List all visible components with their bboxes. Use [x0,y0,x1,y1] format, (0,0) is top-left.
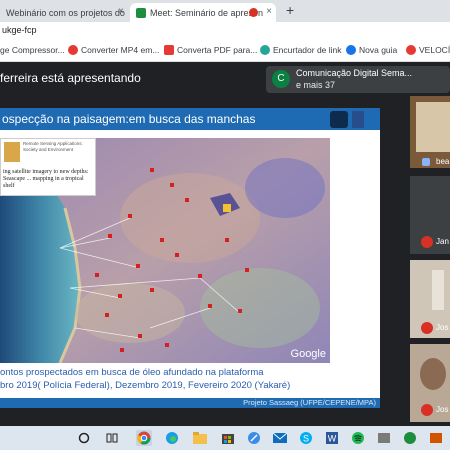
participant-video [420,358,446,390]
bookmark-encurtador[interactable]: Encurtador de link [260,45,342,55]
word-icon[interactable]: W [324,430,340,446]
participant-tile[interactable]: bea [410,96,450,168]
presentation-area: ospecção na paisagem:em busca das mancha… [0,96,406,426]
svg-text:S: S [303,434,309,444]
participant-name: Jos [436,323,449,332]
participant-name: bea [436,157,450,166]
bookmark-label: Nova guia [359,45,398,55]
participant-name: Jos [436,405,449,414]
participant-tile[interactable]: Jan [410,176,450,254]
bookmark-compressor[interactable]: ge Compressor... [0,45,65,55]
address-bar[interactable]: ukge-fcp [0,22,450,40]
slide-caption: ontos prospectados em busca de óleo afun… [0,366,380,392]
bookmark-label: VELOCÍM [419,45,450,55]
logo-badge [352,111,364,128]
slide-title: ospecção na paisagem:em busca das mancha… [0,108,380,130]
globe-icon [346,45,356,55]
map-watermark: Google [290,348,326,360]
url-text: ukge-fcp [2,25,37,35]
bookmark-label: Encurtador de link [273,45,342,55]
spotify-icon[interactable] [350,430,366,446]
recording-dot-icon [249,8,258,17]
meeting-chip[interactable]: C Comunicação Digital Sema... e mais 37 [266,66,450,93]
tab-webinario[interactable]: Webinário com os projetos do E... × [0,3,128,22]
chrome-icon[interactable] [136,430,152,446]
presentation-slide: ospecção na paisagem:em busca das mancha… [0,108,380,408]
bookmark-label: ge Compressor... [0,45,65,55]
bookmarks-bar: ge Compressor... Converter MP4 em... Con… [0,40,450,62]
meeting-participants-more: e mais 37 [296,80,336,90]
participant-name: Jan [436,237,449,246]
presenting-banner: ferreira está apresentando [0,71,141,85]
mic-off-icon [421,404,433,416]
bookmark-pdf[interactable]: Converta PDF para... [164,45,257,55]
tab-meet[interactable]: Meet: Seminário de apresen × [130,3,276,22]
store-icon[interactable] [220,430,236,446]
speed-icon [406,45,416,55]
svg-text:W: W [328,434,337,444]
link-shortener-icon [260,45,270,55]
edge-icon[interactable] [164,430,180,446]
app-icon[interactable] [376,430,392,446]
participant-video [416,102,450,152]
participant-sidebar: bea Jan Jos Jos [406,96,450,426]
tab-label: Meet: Seminário de apresen [150,7,264,18]
caption-line: ontos prospectados em busca de óleo afun… [0,367,264,378]
browser-tab-strip: Webinário com os projetos do E... × Meet… [0,0,450,22]
file-explorer-icon[interactable] [192,430,208,446]
meet-header: ferreira está apresentando C Comunicação… [0,62,450,96]
tab-label: Webinário com os projetos do E... [6,7,128,18]
mic-off-icon [421,322,433,334]
meeting-name: Comunicação Digital Sema... [296,68,413,78]
converter-icon [68,45,78,55]
logo-badge [330,111,348,128]
windows-taskbar: S W [0,426,450,450]
mail-icon[interactable] [272,430,288,446]
bookmark-nova-guia[interactable]: Nova guia [346,45,397,55]
participant-tile[interactable]: Jos [410,260,450,338]
article-inset: Remote Sensing Applications: Society and… [0,138,96,196]
journal-cover [4,142,20,162]
heart-icon [164,45,174,55]
task-view-icon[interactable] [104,430,120,446]
new-tab-button[interactable]: + [286,2,294,18]
search-icon[interactable] [76,430,92,446]
slide-footer: Projeto Sassaeg (UFPE/CEPENE/MPA) [0,398,380,408]
app-icon[interactable] [402,430,418,446]
bookmark-velocim[interactable]: VELOCÍM [406,45,450,55]
app-icon[interactable] [428,430,444,446]
participant-video [432,270,444,310]
satellite-map: Remote Sensing Applications: Society and… [0,138,330,363]
meet-favicon-icon [136,7,146,18]
bookmark-label: Converter MP4 em... [81,45,160,55]
meeting-avatar: C [272,70,290,88]
skype-icon[interactable]: S [298,430,314,446]
caption-line: bro 2019( Polícia Federal), Dezembro 201… [0,380,291,391]
inset-headline: ing satellite imagery to new depths: Sea… [3,169,89,189]
mic-off-icon [421,236,433,248]
speaking-icon [422,158,430,166]
close-tab-icon[interactable]: × [266,6,272,17]
bookmark-mp4[interactable]: Converter MP4 em... [68,45,159,55]
participant-tile[interactable]: Jos [410,344,450,422]
pen-icon[interactable] [246,430,262,446]
inset-journal-title: Remote Sensing Applications: Society and… [23,141,83,152]
close-tab-icon[interactable]: × [118,6,124,17]
bookmark-label: Converta PDF para... [177,45,258,55]
